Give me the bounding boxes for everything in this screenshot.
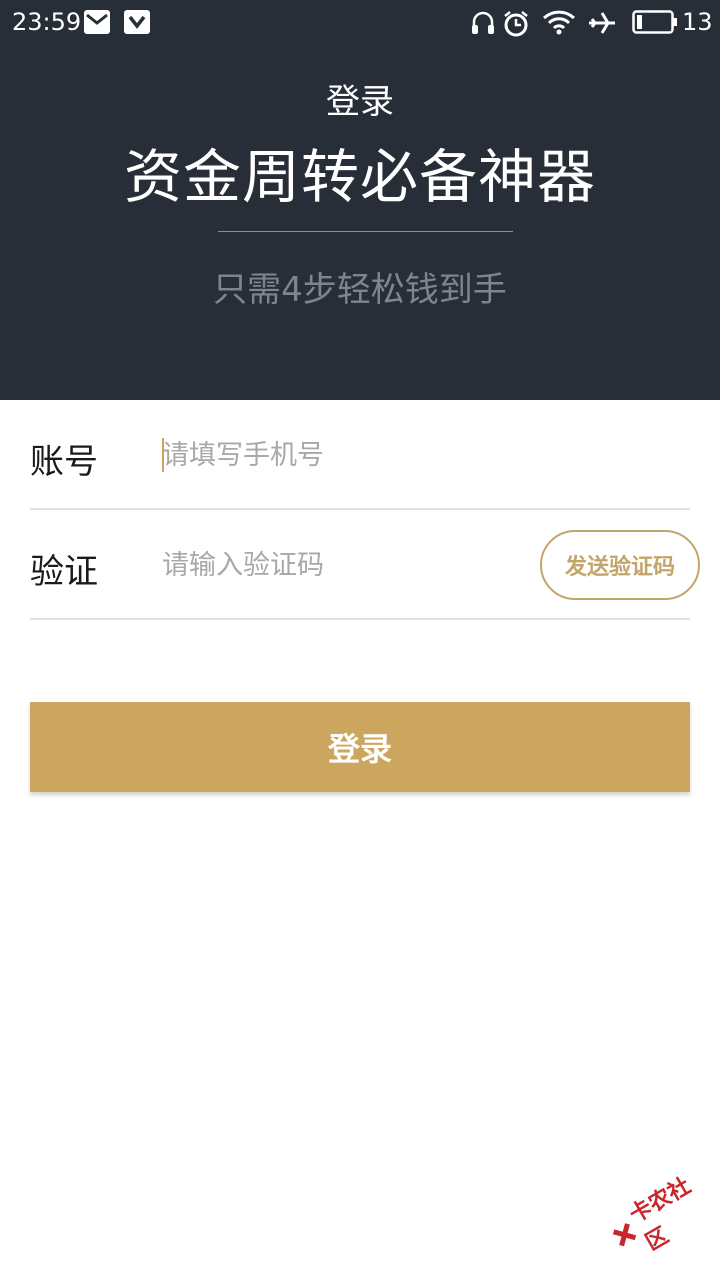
subline: 只需4步轻松钱到手 bbox=[213, 270, 507, 310]
login-button[interactable]: 登录 bbox=[30, 702, 690, 792]
headline: 资金周转必备神器 bbox=[123, 143, 596, 211]
shield-app-icon bbox=[124, 10, 150, 34]
mail-icon bbox=[84, 10, 110, 34]
account-label: 账号 bbox=[30, 442, 98, 482]
battery-icon bbox=[632, 10, 678, 34]
airplane-icon bbox=[588, 10, 616, 36]
header-banner: 23:59 13 登录 资金周转必备神器 只需4步轻松钱到手 bbox=[0, 0, 720, 400]
header-divider bbox=[218, 231, 513, 232]
alarm-icon bbox=[502, 10, 530, 38]
code-row: 验证 发送验证码 bbox=[30, 510, 700, 620]
status-bar: 23:59 13 bbox=[0, 0, 720, 44]
phone-input[interactable] bbox=[162, 430, 522, 480]
account-row: 账号 bbox=[30, 400, 690, 510]
wifi-icon bbox=[542, 10, 576, 36]
watermark: 卡农社区 bbox=[606, 1173, 713, 1260]
page-title: 登录 bbox=[326, 82, 394, 122]
battery-level: 13 bbox=[682, 8, 713, 36]
code-label: 验证 bbox=[30, 552, 98, 592]
status-time: 23:59 bbox=[12, 8, 82, 36]
text-caret bbox=[162, 438, 164, 472]
send-code-button[interactable]: 发送验证码 bbox=[540, 530, 700, 600]
verification-code-input[interactable] bbox=[162, 540, 522, 590]
headphones-icon bbox=[470, 10, 496, 36]
